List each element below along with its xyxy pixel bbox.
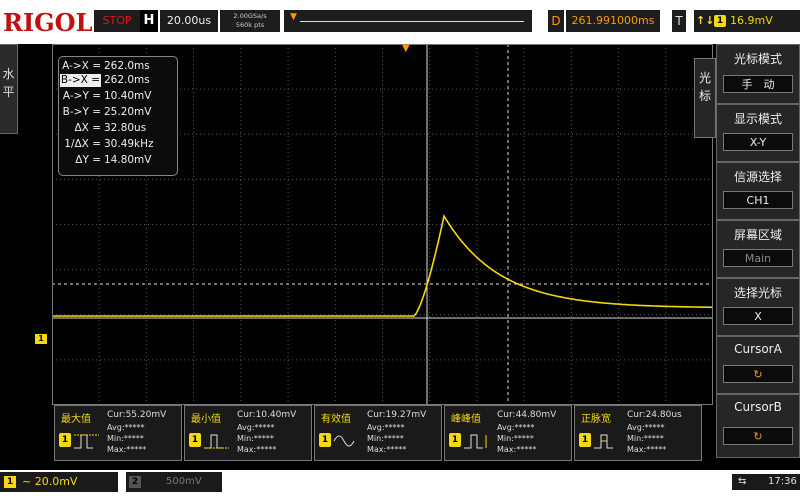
channel-badge: 1 <box>579 433 591 447</box>
vpp-wave-icon <box>464 434 487 449</box>
horizontal-side-tab[interactable]: 水平 <box>0 44 18 134</box>
sample-info: 2.00GSa/s 560k pts <box>220 10 280 32</box>
sample-rate: 2.00GSa/s <box>233 12 267 20</box>
ch1-scale-box[interactable]: 1 ~ 20.0mV <box>0 472 118 492</box>
rotate-knob-icon: ↻ <box>723 427 793 445</box>
menu-select-cursor[interactable]: 选择光标 X <box>716 278 800 336</box>
channel-badge: 1 <box>59 433 71 447</box>
trigger-position-marker-icon: ▼ <box>402 43 410 54</box>
trigger-info[interactable]: ↑↓ 1 16.9mV <box>694 10 800 32</box>
channel-badge: 1 <box>319 433 331 447</box>
menu-cursor-a[interactable]: CursorA ↻ <box>716 336 800 394</box>
measurement-min[interactable]: 最小值 Cur:10.40mV Avg:***** Min:***** Max:… <box>184 405 312 461</box>
cursor-side-key[interactable]: 光标 <box>694 58 716 138</box>
channel-badge: 1 <box>189 433 201 447</box>
measurement-max[interactable]: 最大值 Cur:55.20mV Avg:***** Min:***** Max:… <box>54 405 182 461</box>
trigger-position-icon: ▼ <box>290 12 297 22</box>
min-wave-icon <box>204 434 229 449</box>
trigger-label: T <box>672 10 686 32</box>
cursor-readout-panel: A->X = 262.0ms B->X = 262.0ms A->Y = 10.40m… <box>58 56 178 176</box>
menu-cursor-mode[interactable]: 光标模式 手 动 <box>716 44 800 104</box>
rotate-knob-icon: ↻ <box>723 365 793 383</box>
clock: 17:36 <box>768 476 797 487</box>
readout-row: B->Y = 25.20mV <box>62 106 152 118</box>
measurement-rms[interactable]: 有效值 Cur:19.27mV Avg:***** Min:***** Max:… <box>314 405 442 461</box>
measurement-vpp[interactable]: 峰峰值 Cur:44.80mV Avg:***** Min:***** Max:… <box>444 405 572 461</box>
run-state-badge[interactable]: STOP <box>94 10 140 32</box>
memory-position-strip[interactable]: ▼ <box>284 10 532 32</box>
delay-value[interactable]: 261.991000ms <box>566 10 660 32</box>
readout-row: ΔX = 32.80us <box>74 122 147 134</box>
timebase-value[interactable]: 20.00us <box>160 10 218 32</box>
menu-source-select[interactable]: 信源选择 CH1 <box>716 162 800 220</box>
rms-wave-icon <box>333 435 355 447</box>
ch2-scale-box[interactable]: 2 500mV <box>126 472 222 492</box>
readout-row: A->Y = 10.40mV <box>62 90 152 102</box>
trigger-source-badge: 1 <box>714 15 726 27</box>
memory-line <box>300 21 524 22</box>
brand-logo: RIGOL <box>3 8 93 37</box>
readout-row: A->X = 262.0ms <box>62 60 150 72</box>
usb-icon: ⇆ <box>738 476 747 487</box>
memory-depth: 560k pts <box>235 21 265 29</box>
readout-row: B->X = 262.0ms <box>59 74 150 87</box>
horizontal-label: H <box>140 10 158 32</box>
trigger-level: 16.9mV <box>730 14 773 27</box>
readout-row: ΔY = 14.80mV <box>75 154 152 166</box>
menu-cursor-b[interactable]: CursorB ↻ <box>716 394 800 458</box>
max-wave-icon <box>74 434 99 449</box>
delay-label: D <box>548 10 564 32</box>
menu-display-mode[interactable]: 显示模式 X-Y <box>716 104 800 162</box>
ch1-offset-marker[interactable]: 1 <box>35 334 47 344</box>
channel-badge: 1 <box>449 433 461 447</box>
menu-screen-region: 屏幕区域 Main <box>716 220 800 278</box>
status-bar: RIGOL STOP H 20.00us 2.00GSa/s 560k pts … <box>0 0 800 44</box>
measurement-pos-width[interactable]: 正脉宽 Cur:24.80us Avg:***** Min:***** Max:… <box>574 405 702 461</box>
pwidth-wave-icon <box>594 434 613 449</box>
rising-edge-icon: ↑↓ <box>696 14 715 27</box>
readout-row: 1/ΔX = 30.49kHz <box>64 138 154 150</box>
system-status: ⇆ 17:36 <box>732 474 800 490</box>
footer-bar <box>0 470 800 500</box>
